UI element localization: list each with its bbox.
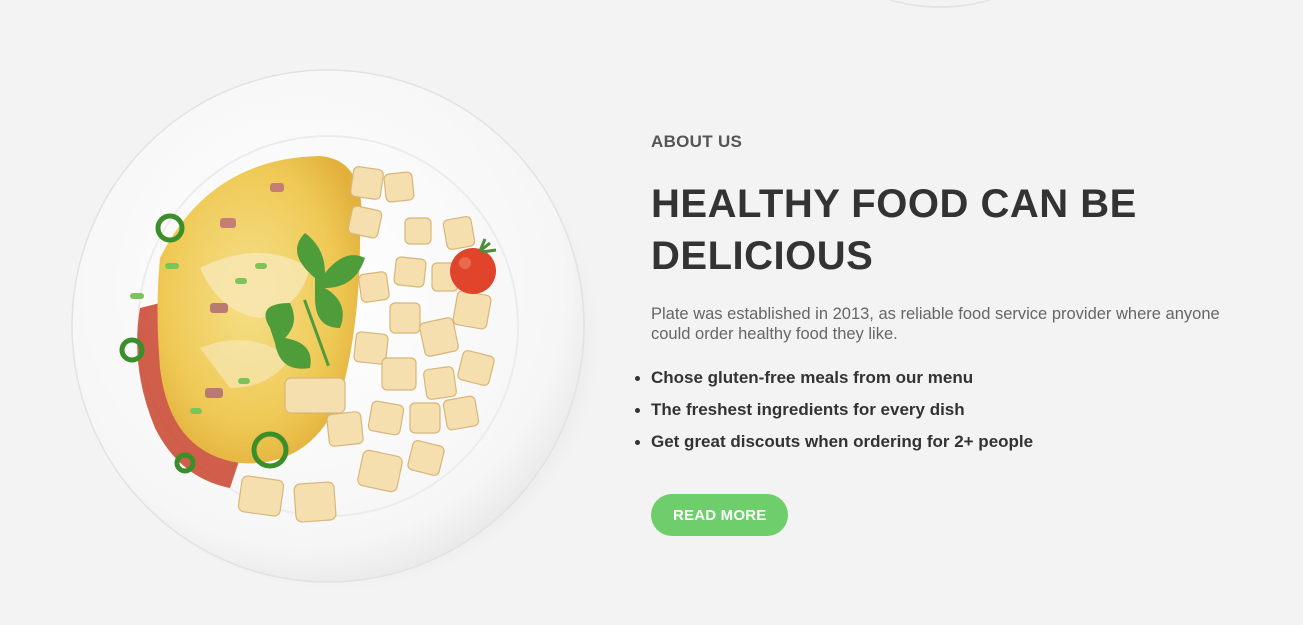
feature-item: The freshest ingredients for every dish <box>635 394 1261 426</box>
about-section: ABOUT US HEALTHY FOOD CAN BE DELICIOUS P… <box>0 0 1303 625</box>
intro-paragraph: Plate was established in 2013, as reliab… <box>651 305 1220 343</box>
about-content: ABOUT US HEALTHY FOOD CAN BE DELICIOUS P… <box>635 132 1261 536</box>
section-title: HEALTHY FOOD CAN BE DELICIOUS <box>651 182 1137 278</box>
omelette-plate-illustration <box>71 69 600 590</box>
section-eyebrow: ABOUT US <box>651 132 743 151</box>
read-more-button[interactable]: READ MORE <box>651 494 789 536</box>
feature-item: Get great discouts when ordering for 2+ … <box>635 426 1261 458</box>
decorative-arc <box>860 0 1020 8</box>
feature-item: Chose gluten-free meals from our menu <box>635 362 1261 394</box>
feature-list: Chose gluten-free meals from our menu Th… <box>635 362 1261 458</box>
food-plate-image <box>60 68 600 590</box>
